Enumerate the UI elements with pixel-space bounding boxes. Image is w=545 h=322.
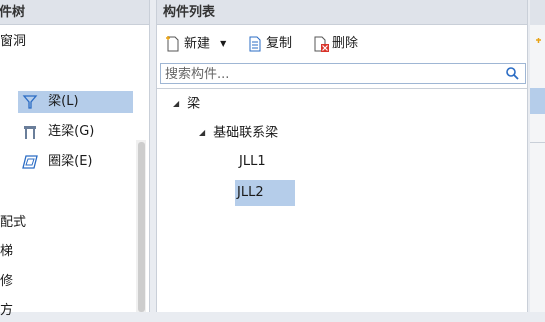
link-beam-icon xyxy=(22,124,38,140)
list-node-label: JLL1 xyxy=(239,154,266,169)
tree-item-ring-beam[interactable]: 圈梁(E) xyxy=(18,151,93,173)
chevron-down-icon[interactable]: ▼ xyxy=(220,39,226,48)
delete-button[interactable]: 删除 xyxy=(313,34,358,54)
list-divider xyxy=(157,88,527,89)
tree-item-label: 土方 xyxy=(0,303,13,318)
list-node-foundation-tie-beam[interactable]: ◢ 基础联系梁 xyxy=(199,121,278,145)
component-list-header: 构件列表 xyxy=(157,0,527,25)
tree-item-decoration[interactable]: 装修 xyxy=(0,271,13,293)
list-node-jll2[interactable]: JLL2 xyxy=(235,180,295,206)
list-node-label: 基础联系梁 xyxy=(213,126,278,141)
right-side-panel xyxy=(530,0,545,312)
right-panel-header xyxy=(530,0,545,25)
tree-item-link-beam[interactable]: 连梁(G) xyxy=(18,121,94,143)
list-node-beam[interactable]: ◢梁 xyxy=(173,92,200,116)
beam-icon xyxy=(22,94,38,110)
component-search-box xyxy=(160,63,526,84)
component-list-title: 构件列表 xyxy=(163,5,215,20)
tree-item-prefab[interactable]: 装配式 xyxy=(0,212,26,234)
component-search-input[interactable] xyxy=(161,64,507,85)
list-node-jll1[interactable]: JLL1 xyxy=(237,150,268,174)
component-list-panel: 构件列表 新建 ▼ 复制 xyxy=(156,0,528,312)
new-button-label: 新建 xyxy=(184,37,210,52)
list-node-label: 梁 xyxy=(187,97,200,112)
tree-item-earthwork[interactable]: 土方 xyxy=(0,300,13,322)
new-file-icon xyxy=(165,36,181,52)
component-tree-title: 构件树 xyxy=(0,5,25,20)
tree-item-label: 装修 xyxy=(0,274,13,289)
ring-beam-icon xyxy=(22,154,38,170)
delete-button-label: 删除 xyxy=(332,36,358,51)
expand-triangle-icon[interactable]: ◢ xyxy=(173,92,179,116)
tree-scrollbar-thumb[interactable] xyxy=(138,142,145,312)
component-tree-panel: 构件树 门窗洞 梁 梁(L) 连梁(G) xyxy=(0,0,150,312)
tree-item-door-window-opening[interactable]: 门窗洞 xyxy=(0,31,26,53)
tree-item-stairs[interactable]: 楼梯 xyxy=(0,241,13,263)
tree-item-label: 装配式 xyxy=(0,215,26,230)
new-button[interactable]: 新建 ▼ xyxy=(165,34,226,54)
tree-item-label: 楼梯 xyxy=(0,244,13,259)
tree-item-label: 梁(L) xyxy=(48,94,78,109)
tree-item-label: 连梁(G) xyxy=(48,124,94,139)
component-tree-header: 构件树 xyxy=(0,0,149,25)
tree-item-beam[interactable]: 梁(L) xyxy=(18,91,133,113)
tree-item-label: 门窗洞 xyxy=(0,34,26,49)
tree-item-label: 圈梁(E) xyxy=(48,154,92,169)
right-panel-icon[interactable] xyxy=(530,36,545,56)
copy-button[interactable]: 复制 xyxy=(247,34,292,54)
copy-button-label: 复制 xyxy=(266,36,292,51)
right-panel-divider xyxy=(530,142,545,143)
expand-triangle-icon[interactable]: ◢ xyxy=(199,121,205,145)
list-node-label: JLL2 xyxy=(237,185,264,200)
right-panel-selected-row[interactable] xyxy=(530,88,545,114)
delete-icon xyxy=(313,36,329,52)
component-list-toolbar: 新建 ▼ 复制 删除 xyxy=(157,26,527,60)
search-icon[interactable] xyxy=(505,66,519,84)
copy-icon xyxy=(247,36,263,52)
